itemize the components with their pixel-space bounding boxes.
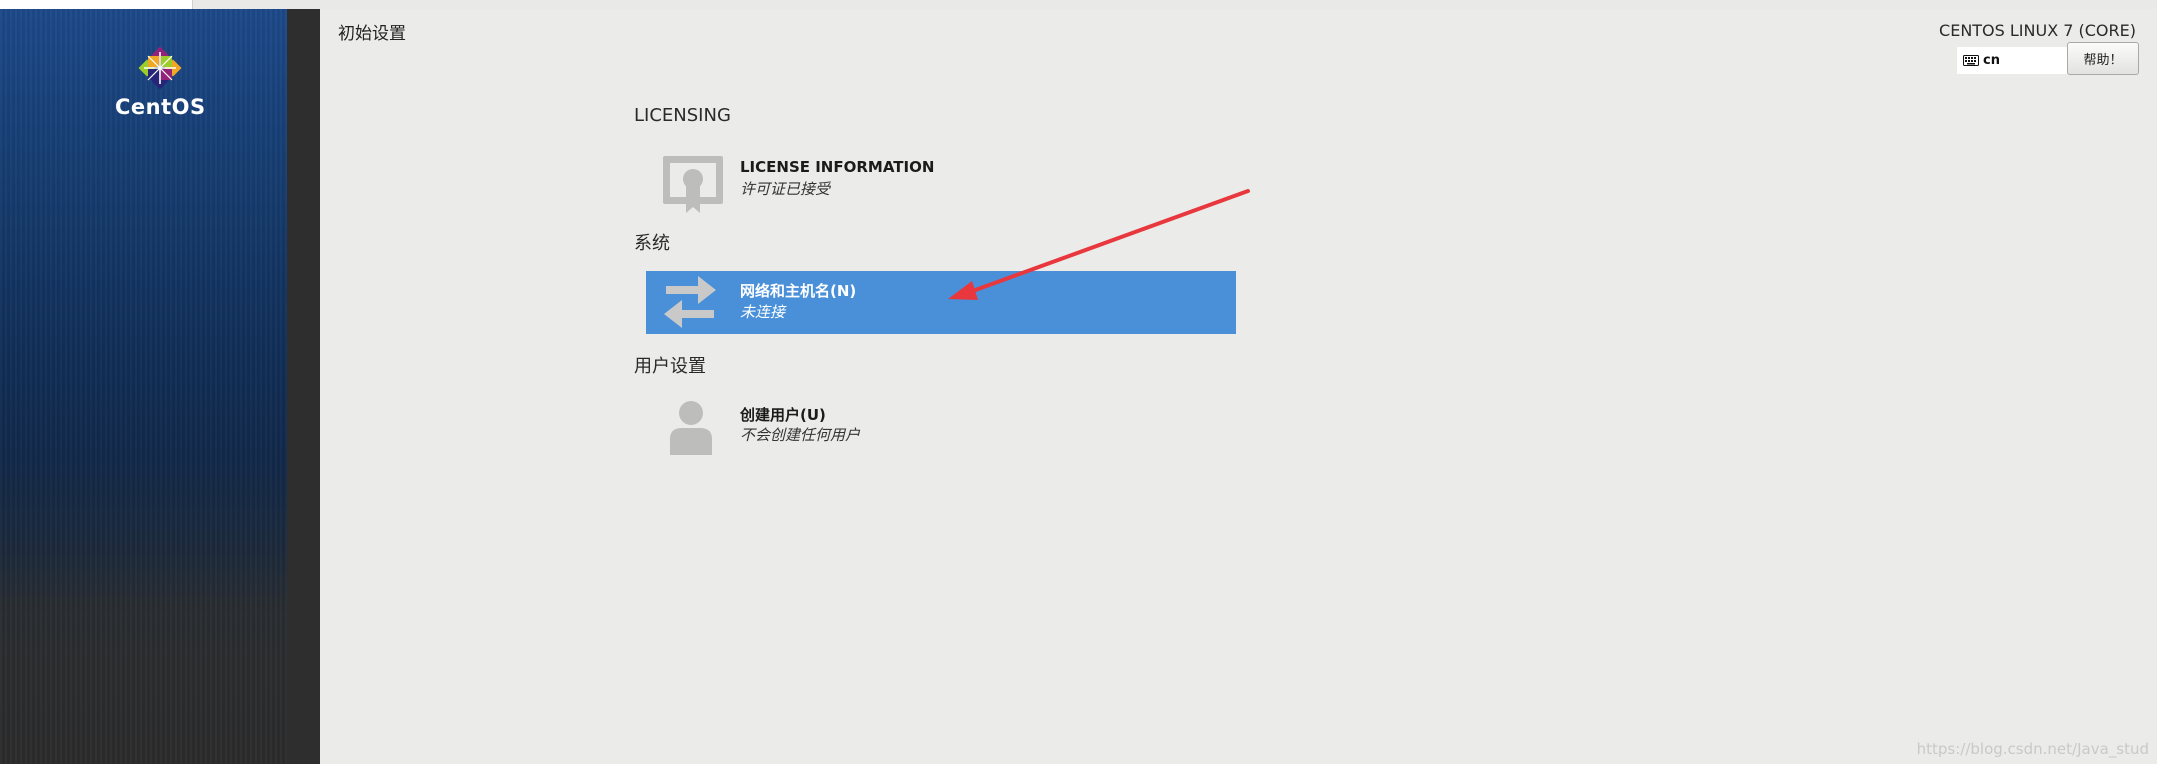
help-button[interactable]: 帮助！ <box>2067 42 2139 75</box>
top-strip-field <box>0 0 193 9</box>
section-title-user-settings: 用户设置 <box>634 356 706 377</box>
spoke-network-hostname[interactable]: 网络和主机名(N) 未连接 <box>646 271 1236 334</box>
spoke-name: 网络和主机名(N) <box>740 282 857 300</box>
spoke-status: 许可证已接受 <box>740 180 831 198</box>
section-title-system: 系统 <box>634 233 670 254</box>
section-title-licensing: LICENSING <box>634 105 731 126</box>
keyboard-layout-indicator[interactable]: cn <box>1957 47 2067 74</box>
watermark: https://blog.csdn.net/Java_stud <box>1916 740 2149 758</box>
keyboard-layout-text: cn <box>1983 53 2000 68</box>
page-title: 初始设置 <box>338 24 406 44</box>
main-panel: 初始设置 CENTOS LINUX 7 (CORE) cn 帮助！ LICENS… <box>320 9 2157 764</box>
screen: CentOS 初始设置 CENTOS LINUX 7 (CORE) cn 帮助！… <box>0 0 2157 764</box>
centos-logo-icon <box>138 46 182 90</box>
keyboard-icon <box>1963 55 1979 66</box>
spoke-name: LICENSE INFORMATION <box>740 158 935 176</box>
sidebar: CentOS <box>0 9 287 764</box>
sidebar-divider <box>287 9 320 764</box>
spoke-create-user[interactable]: 创建用户(U) 不会创建任何用户 <box>646 395 1236 459</box>
top-strip <box>0 0 2157 9</box>
logo-text: CentOS <box>115 95 206 119</box>
spoke-status: 未连接 <box>740 303 786 321</box>
network-arrows-icon <box>664 276 716 328</box>
certificate-icon <box>663 156 723 213</box>
user-icon <box>670 401 712 455</box>
centos-logo: CentOS <box>115 45 205 119</box>
spoke-status: 不会创建任何用户 <box>740 426 861 444</box>
spoke-license-information[interactable]: LICENSE INFORMATION 许可证已接受 <box>646 149 1236 213</box>
spoke-name: 创建用户(U) <box>740 406 826 424</box>
distro-label: CENTOS LINUX 7 (CORE) <box>1939 21 2136 40</box>
